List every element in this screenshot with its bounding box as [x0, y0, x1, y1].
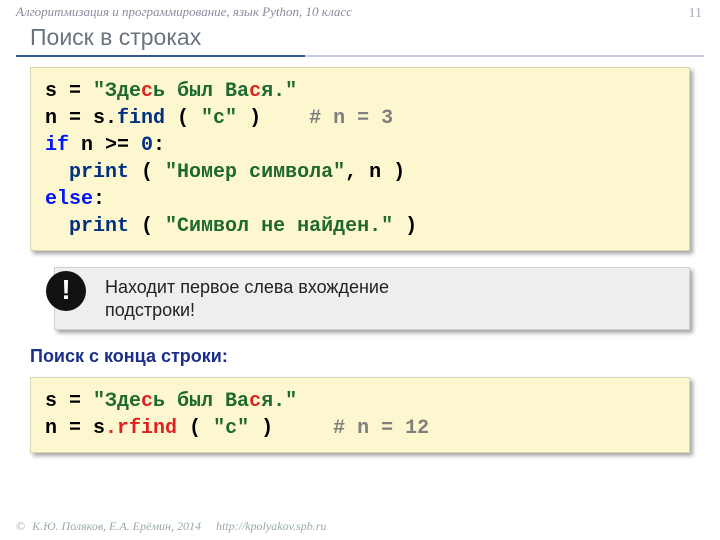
code-block-find: s = "Здесь был Вася." n = s.find ( "с" )…: [30, 67, 690, 251]
note-line-2: подстроки!: [105, 299, 673, 322]
page-title: Поиск в строках: [30, 24, 704, 51]
note-line-1: Находит первое слева вхождение: [105, 276, 673, 299]
note-callout: ! Находит первое слева вхождение подстро…: [54, 267, 690, 330]
footer-authors: К.Ю. Поляков, Е.А. Ерёмин, 2014: [32, 519, 201, 533]
copyright-symbol: ©: [16, 519, 25, 533]
footer: © К.Ю. Поляков, Е.А. Ерёмин, 2014 http:/…: [16, 519, 326, 534]
sub-heading: Поиск с конца строки:: [30, 346, 690, 367]
breadcrumb: Алгоритмизация и программирование, язык …: [0, 0, 720, 20]
exclamation-icon: !: [46, 271, 86, 311]
page-number: 11: [689, 6, 702, 22]
code-block-rfind: s = "Здесь был Вася." n = s.rfind ( "с" …: [30, 377, 690, 453]
footer-url: http://kpolyakov.spb.ru: [216, 519, 326, 533]
title-divider: [16, 55, 704, 57]
